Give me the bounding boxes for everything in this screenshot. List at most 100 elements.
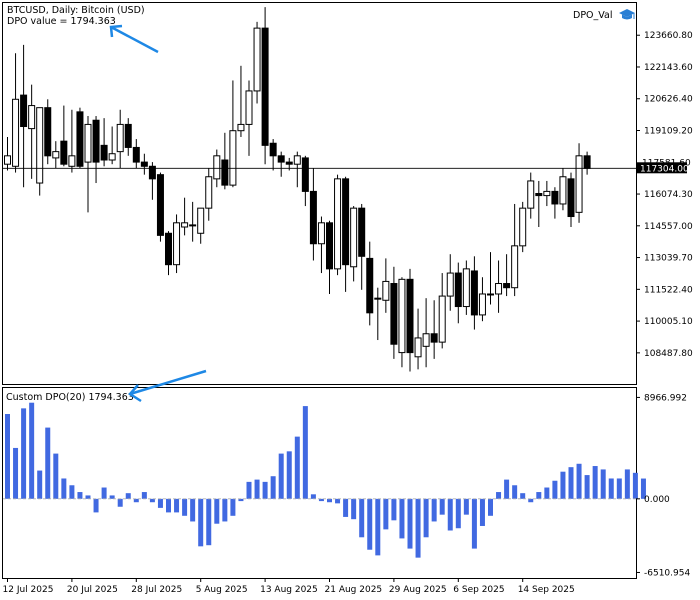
candle-body-bull [205,176,213,209]
candle-body-bull [575,155,583,213]
dpo-bar [93,498,99,513]
candle-body-bear [503,283,511,289]
candle-body-bull [116,123,124,153]
candle-body-bull [4,155,11,165]
expert-label[interactable]: DPO_Val [573,10,613,21]
date-tick-label: 28 Jul 2025 [131,585,182,595]
dpo-bar [141,492,147,499]
price-tick-label: 111522.40 [644,285,693,295]
price-tick-label: 120626.40 [644,95,693,105]
dpo-bar [182,498,188,516]
dpo-bar [85,495,91,499]
candle-body-bear [100,144,108,161]
price-axis: 123660.80 122143.60 120626.40 119109.20 1160… [636,31,693,359]
dpo-bar [415,498,421,558]
dpo-bar [198,498,204,547]
candle-body-bull [12,98,20,167]
price-tick-label: 108487.80 [644,349,693,359]
candle [156,172,164,242]
dpo-bar [471,498,477,549]
candle [519,201,527,253]
candle-body-bear [221,159,229,186]
dpo-bar [214,498,220,524]
candle-body-bear [326,222,333,270]
candle-body-bull [293,155,301,165]
candle-body-bull [28,105,36,130]
date-tick-label: 6 Sep 2025 [453,585,504,595]
candle-body-bull [559,176,567,205]
dpo-tick-label: -6510.954 [644,568,690,578]
dpo-bar [608,478,614,499]
dpo-bar [230,498,236,516]
candle-body-bull [68,155,76,167]
dpo-bar [5,414,10,499]
dpo-bar [327,498,332,503]
dpo-bar [37,470,43,499]
dpo-bar [568,467,574,499]
dpo-bar [592,466,598,499]
candle-body-bear [430,333,438,343]
dpo-bar [254,479,260,499]
current-price-tag: 117581.60 117304.00 [637,158,691,174]
dpo-bar [101,487,107,499]
dpo-bar [512,485,518,499]
dpo-bar [359,498,365,538]
dpo-bar [45,427,51,499]
date-tick-label: 20 Jul 2025 [67,585,118,595]
candle-body-bear [390,283,398,345]
candle-body-bull [543,190,551,197]
dpo-bar [77,492,83,499]
candle-body-bear [92,119,100,163]
dpo-bar [222,498,228,522]
dpo-bar [520,493,526,499]
candle-body-bear [140,161,148,167]
candle-body-bull [495,283,503,295]
candle-body-bull [213,155,221,180]
candle-body-bull [84,123,92,163]
dpo-bar [157,498,163,508]
candle-body-bull [52,151,60,159]
candle-body-bull [374,297,382,300]
dpo-bar [399,498,405,539]
candle-body-bull [334,178,342,270]
candle-body-bull [462,268,470,308]
candle-body-bear [454,272,462,308]
dpo-bar [632,472,638,499]
candle-body-bull [519,207,527,247]
candle-body-bull [382,280,390,301]
sub-window-frame[interactable] [2,387,637,579]
candle-body-bull [108,153,116,161]
candle-body-bear [76,111,84,167]
candle-body-bear [277,155,285,163]
candle-body-bear [132,146,140,163]
dpo-bar [455,498,461,529]
candle-body-bull [487,293,494,296]
sub-window-title: Custom DPO(20) 1794.363 [6,392,134,403]
dpo-bar [13,447,19,499]
candle-body-bull [197,207,205,234]
dpo-bar [190,498,196,522]
dpo-bar [278,453,284,499]
candle-body-bear [366,257,374,314]
candle-body-bear [342,178,350,266]
dpo-bar [302,406,308,499]
date-tick-label: 21 Aug 2025 [325,585,383,595]
dpo-bar [294,436,300,499]
dpo-bar [504,479,510,499]
candle-body-bull [189,224,197,227]
dpo-bar [61,478,67,499]
dpo-bar [407,498,413,549]
chart-canvas: 123660.80 122143.60 120626.40 119109.20 1160… [2,2,693,595]
dpo-bar [488,498,493,516]
date-axis: 12 Jul 2025 20 Jul 2025 28 Jul 2025 5 Aug 2… [3,578,575,595]
candle-body-bear [309,190,317,245]
price-tick-label: 110005.10 [644,317,693,327]
dpo-bar [431,498,437,522]
dpo-bar [21,408,27,499]
candle-body-bear [567,178,575,218]
price-tick-label: 114557.00 [644,222,693,232]
dpo-bar [351,498,357,520]
candle-body-bear [583,155,591,169]
dpo-bar [246,481,252,499]
candle-body-bull [317,222,325,245]
